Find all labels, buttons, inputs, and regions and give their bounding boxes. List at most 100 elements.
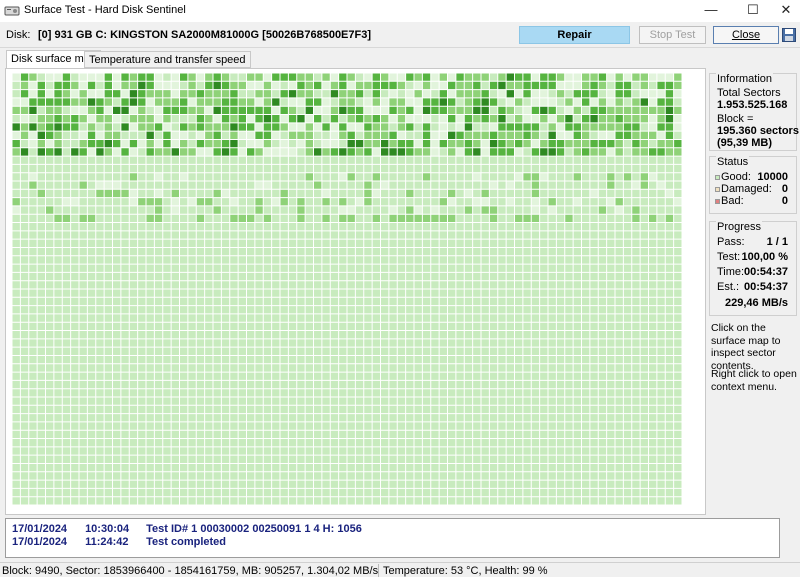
surface-block bbox=[12, 197, 21, 206]
surface-block bbox=[514, 89, 523, 98]
surface-block bbox=[79, 89, 88, 98]
surface-block bbox=[347, 122, 356, 132]
surface-block bbox=[254, 122, 264, 132]
surface-block bbox=[397, 122, 406, 132]
surface-map-grid[interactable] bbox=[12, 73, 682, 505]
surface-block bbox=[363, 97, 373, 107]
surface-block bbox=[330, 73, 339, 82]
surface-block bbox=[229, 106, 239, 115]
surface-block bbox=[187, 147, 197, 157]
surface-block bbox=[497, 131, 507, 140]
surface-block bbox=[254, 147, 264, 157]
surface-block bbox=[120, 97, 130, 107]
surface-block bbox=[531, 73, 540, 82]
surface-block bbox=[112, 131, 121, 140]
surface-block bbox=[581, 106, 590, 115]
surface-block bbox=[522, 89, 532, 98]
window-close-button[interactable]: ✕ bbox=[772, 0, 800, 22]
surface-block bbox=[347, 205, 356, 215]
surface-block bbox=[288, 97, 297, 107]
surface-block bbox=[464, 81, 473, 90]
surface-block bbox=[640, 97, 649, 107]
surface-block bbox=[422, 97, 431, 107]
surface-block bbox=[564, 139, 574, 148]
surface-block bbox=[648, 139, 657, 148]
surface-block bbox=[539, 139, 549, 148]
surface-block bbox=[589, 106, 599, 115]
surface-block bbox=[137, 89, 147, 98]
surface-block bbox=[288, 139, 297, 148]
surface-block bbox=[146, 131, 155, 140]
surface-block bbox=[154, 205, 163, 215]
surface-block bbox=[120, 106, 130, 115]
surface-block bbox=[422, 214, 431, 223]
surface-block bbox=[363, 73, 373, 82]
surface-block bbox=[280, 131, 289, 140]
surface-block bbox=[330, 147, 339, 157]
surface-block bbox=[623, 139, 632, 148]
surface-block bbox=[213, 122, 222, 132]
surface-block bbox=[305, 131, 314, 140]
surface-block bbox=[372, 97, 381, 107]
surface-block bbox=[70, 81, 80, 90]
surface-block bbox=[439, 122, 448, 132]
minimize-button[interactable]: — bbox=[688, 0, 734, 22]
surface-block bbox=[79, 122, 88, 132]
surface-block bbox=[522, 114, 532, 123]
surface-block bbox=[481, 139, 490, 148]
surface-block bbox=[246, 122, 255, 132]
surface-block bbox=[53, 89, 63, 98]
repair-button[interactable]: Repair bbox=[519, 26, 630, 44]
surface-block bbox=[162, 114, 172, 123]
close-button[interactable]: Close bbox=[713, 26, 779, 44]
maximize-button[interactable]: ☐ bbox=[730, 0, 776, 22]
surface-block bbox=[120, 147, 130, 157]
surface-block bbox=[271, 197, 281, 206]
surface-block bbox=[338, 97, 348, 107]
surface-block bbox=[229, 97, 239, 107]
surface-block bbox=[447, 89, 456, 98]
surface-block bbox=[656, 89, 666, 98]
surface-block bbox=[380, 139, 389, 148]
surface-block bbox=[439, 139, 448, 148]
surface-block bbox=[556, 81, 565, 90]
surface-block bbox=[548, 73, 557, 82]
surface-block bbox=[531, 189, 540, 198]
surface-block bbox=[62, 214, 71, 223]
surface-block bbox=[313, 89, 322, 98]
log-entry: 17/01/2024 11:24:42 Test completed bbox=[12, 536, 226, 548]
surface-block bbox=[539, 147, 549, 157]
surface-block bbox=[263, 139, 272, 148]
surface-block bbox=[439, 214, 448, 223]
surface-block bbox=[171, 205, 180, 215]
tab-temperature-transfer[interactable]: Temperature and transfer speed bbox=[84, 51, 251, 68]
surface-block bbox=[288, 106, 297, 115]
stop-test-button[interactable]: Stop Test bbox=[639, 26, 706, 44]
surface-block bbox=[380, 97, 389, 107]
surface-block bbox=[204, 114, 214, 123]
surface-block bbox=[455, 122, 465, 132]
surface-block bbox=[506, 89, 515, 98]
surface-block bbox=[229, 214, 239, 223]
surface-block bbox=[104, 81, 113, 90]
surface-block bbox=[598, 139, 607, 148]
surface-block bbox=[112, 89, 121, 98]
floppy-save-icon[interactable] bbox=[782, 28, 796, 42]
surface-block bbox=[522, 172, 532, 181]
surface-block bbox=[414, 214, 423, 223]
surface-block bbox=[388, 114, 398, 123]
context-menu-hint: Right click to open context menu. bbox=[711, 368, 797, 393]
surface-block bbox=[422, 73, 431, 82]
disk-selector[interactable]: [0] 931 GB C: KINGSTON SA2000M81000G [50… bbox=[38, 29, 371, 41]
surface-block bbox=[539, 114, 549, 123]
surface-block bbox=[70, 147, 80, 157]
surface-block bbox=[363, 106, 373, 115]
surface-block bbox=[330, 89, 339, 98]
surface-block bbox=[481, 147, 490, 157]
surface-block bbox=[296, 139, 306, 148]
surface-block bbox=[355, 97, 364, 107]
surface-block bbox=[522, 214, 532, 223]
surface-block bbox=[146, 214, 155, 223]
surface-block bbox=[263, 122, 272, 132]
surface-block bbox=[187, 122, 197, 132]
